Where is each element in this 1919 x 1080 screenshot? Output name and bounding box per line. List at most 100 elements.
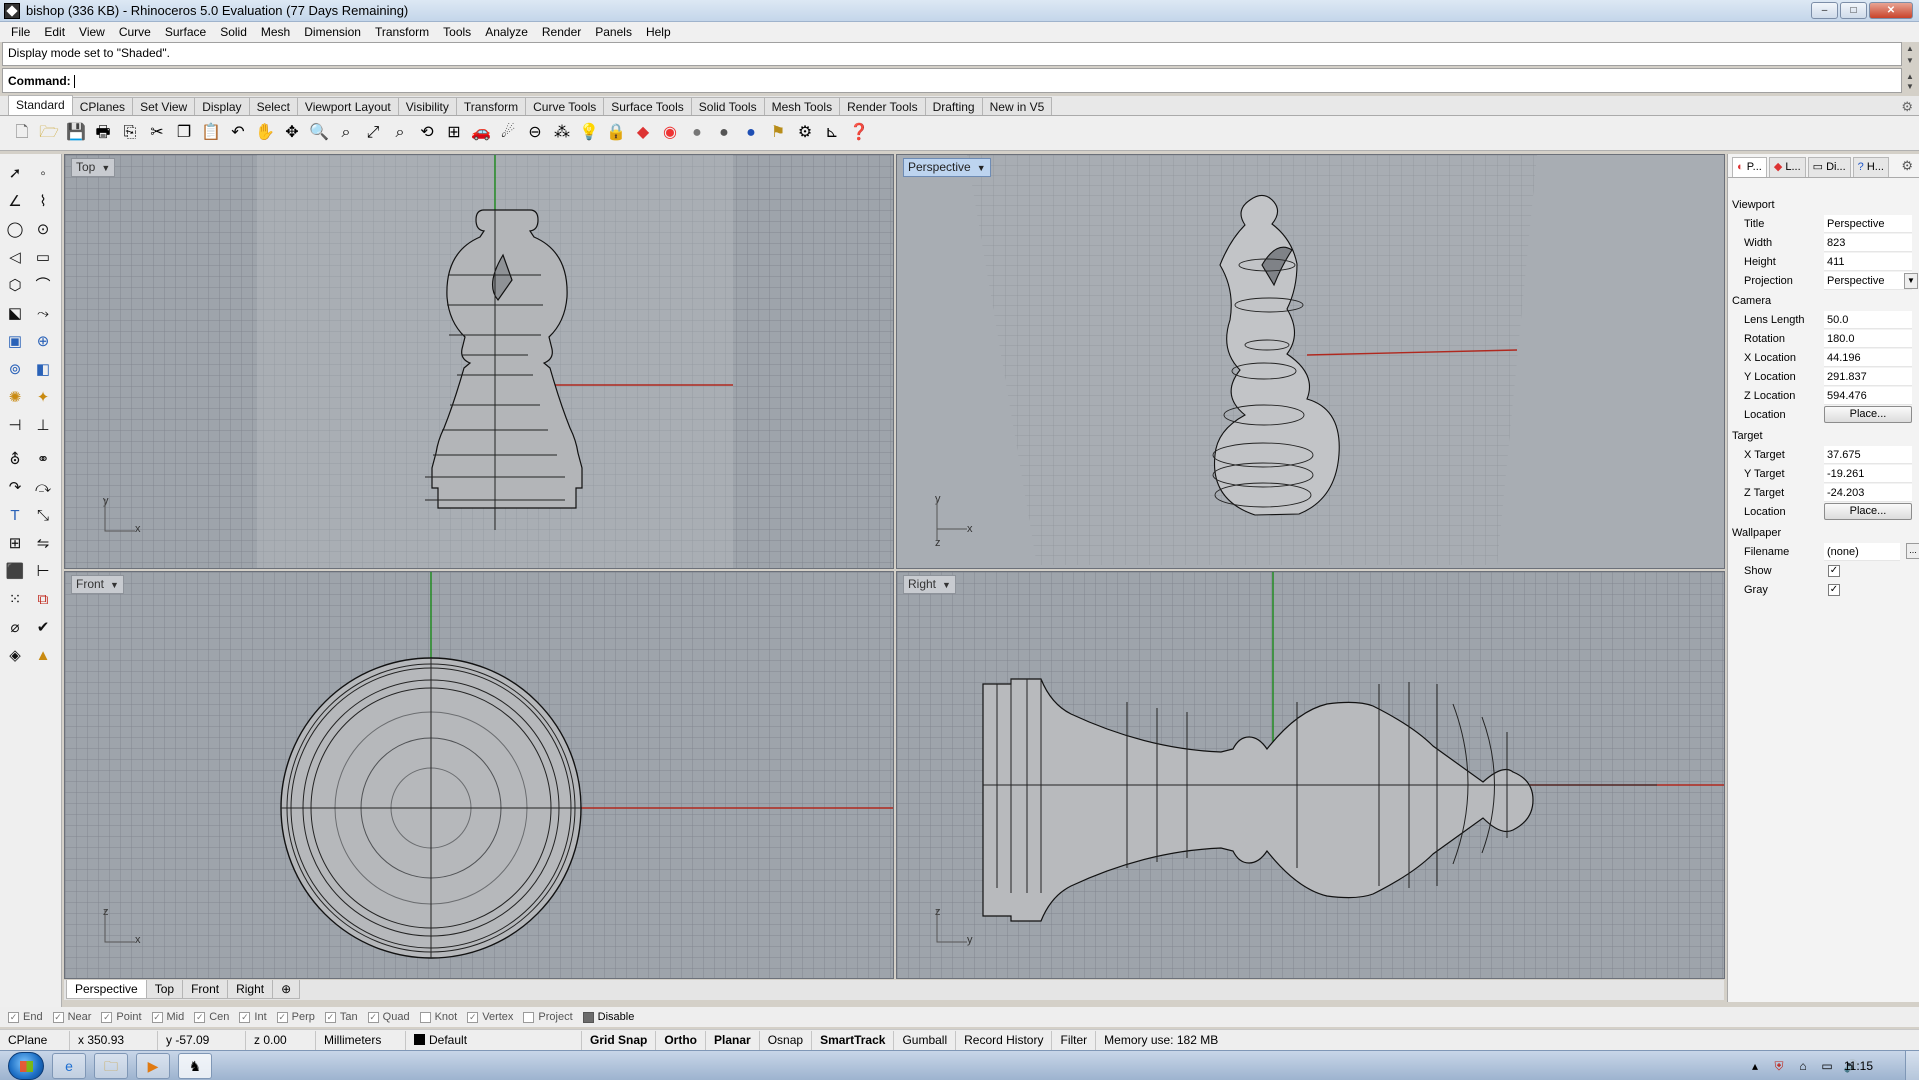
record-history-toggle[interactable]: Record History [956, 1030, 1053, 1050]
tab-visibility[interactable]: Visibility [397, 97, 457, 115]
osnap-end[interactable]: ✓ End [8, 1011, 43, 1023]
arc-icon[interactable]: ◁ [3, 246, 27, 270]
point-icon[interactable]: ◦ [31, 162, 55, 186]
lightbulb-icon[interactable]: 💡 [577, 121, 601, 145]
menu-view[interactable]: View [72, 22, 112, 42]
tab-drafting[interactable]: Drafting [924, 97, 983, 115]
tray-security-icon[interactable]: ⛨ [1771, 1058, 1787, 1074]
rotate-view-icon[interactable]: ⟲ [415, 121, 439, 145]
render-tool-icon[interactable]: ◈ [3, 644, 27, 668]
tray-expand-icon[interactable]: ▴ [1747, 1058, 1763, 1074]
viewport-tab-front[interactable]: Front [182, 980, 229, 999]
layer-icon[interactable]: ◆ [631, 121, 655, 145]
command-scroll-up-icon[interactable]: ▲ [1904, 72, 1916, 81]
close-button[interactable]: ✕ [1869, 2, 1913, 19]
gray-checkbox[interactable]: ✓ [1828, 584, 1840, 596]
zoom-icon[interactable]: 🔍 [307, 121, 331, 145]
light-tool-icon[interactable]: ▲ [31, 644, 55, 668]
check-icon[interactable]: ✔ [31, 616, 55, 640]
panel-options-gear-icon[interactable]: ⚙ [1895, 155, 1919, 177]
command-scroll-down-icon[interactable]: ▼ [1904, 82, 1916, 91]
front-viewport[interactable]: Front ▼ z x [64, 571, 894, 979]
menu-surface[interactable]: Surface [158, 22, 213, 42]
y-target-field[interactable]: -19.261 [1824, 465, 1912, 483]
paste-icon[interactable]: 📋 [199, 121, 223, 145]
width-field[interactable]: 823 [1824, 234, 1912, 252]
osnap-disable[interactable]: Disable [582, 1011, 634, 1023]
box-icon[interactable]: ▣ [3, 330, 27, 354]
ie-icon[interactable]: e [52, 1052, 86, 1079]
right-viewport[interactable]: Right ▼ z y [896, 571, 1725, 979]
analyze-icon[interactable]: ⌀ [3, 616, 27, 640]
camera-place-button[interactable]: Place... [1824, 406, 1912, 423]
new-icon[interactable]: 🗋 [10, 121, 34, 145]
viewport-tab-perspective[interactable]: Perspective [66, 980, 147, 999]
osnap-vertex[interactable]: ✓ Vertex [467, 1011, 513, 1023]
projection-select[interactable]: Perspective [1824, 272, 1912, 290]
grid-snap-toggle[interactable]: Grid Snap [582, 1030, 657, 1050]
trim-icon[interactable]: ↷ [3, 476, 27, 500]
light-icon[interactable]: ☄ [496, 121, 520, 145]
perspective-viewport-label[interactable]: Perspective ▼ [903, 158, 991, 177]
filter-toggle[interactable]: Filter [1052, 1030, 1097, 1050]
save-icon[interactable]: 💾 [64, 121, 88, 145]
menu-file[interactable]: File [4, 22, 37, 42]
tab-transform[interactable]: Transform [455, 97, 527, 115]
osnap-toggle[interactable]: Osnap [760, 1030, 813, 1050]
osnap-tan[interactable]: ✓ Tan [324, 1011, 358, 1023]
panel-tab-help[interactable]: ? H... [1852, 157, 1889, 177]
command-line[interactable]: Command: [2, 68, 1902, 93]
zoom-selected-icon[interactable]: ⌕ [388, 121, 412, 145]
move-view-icon[interactable]: ✥ [280, 121, 304, 145]
polyline-icon[interactable]: ∠ [3, 190, 27, 214]
cut-icon[interactable]: ✂ [145, 121, 169, 145]
rendered-sphere-icon[interactable]: ● [712, 121, 736, 145]
menu-panels[interactable]: Panels [588, 22, 639, 42]
surface-corner-icon[interactable]: ⬕ [3, 302, 27, 326]
ortho-toggle[interactable]: Ortho [656, 1030, 707, 1050]
maximize-button[interactable]: □ [1840, 2, 1867, 19]
perspective-viewport[interactable]: Perspective ▼ y x z [896, 154, 1725, 569]
help-icon[interactable]: ❓ [847, 121, 871, 145]
rhino-icon[interactable]: ♞ [178, 1052, 212, 1079]
taskbar-clock[interactable]: 11:15 [1844, 1059, 1873, 1073]
circle-icon[interactable]: ◯ [3, 218, 27, 242]
menu-edit[interactable]: Edit [37, 22, 72, 42]
media-player-icon[interactable]: ▶ [136, 1052, 170, 1079]
planar-toggle[interactable]: Planar [706, 1030, 760, 1050]
cylinder-icon[interactable]: ⊚ [3, 358, 27, 382]
z-target-field[interactable]: -24.203 [1824, 484, 1912, 502]
osnap-near[interactable]: ✓ Near [52, 1011, 91, 1023]
rotation-field[interactable]: 180.0 [1824, 330, 1912, 348]
array-icon[interactable]: ⊞ [3, 532, 27, 556]
x-location-field[interactable]: 44.196 [1824, 349, 1912, 367]
add-viewport-tab-icon[interactable]: ⊕ [272, 980, 301, 999]
zoom-window-icon[interactable]: ⌕ [334, 121, 358, 145]
panel-tab-layers[interactable]: ◆ L... [1768, 157, 1806, 177]
osnap-project[interactable]: Project [523, 1011, 573, 1023]
panel-tab-display[interactable]: ▭ Di... [1807, 157, 1851, 177]
tab-cplanes[interactable]: CPlanes [71, 97, 134, 115]
options-icon[interactable]: ⚙ [793, 121, 817, 145]
osnap-int[interactable]: ✓ Int [239, 1011, 267, 1023]
polygon-icon[interactable]: ⬡ [3, 274, 27, 298]
curve-icon[interactable]: ⌇ [31, 190, 55, 214]
tab-set-view[interactable]: Set View [132, 97, 196, 115]
solid-edit-icon[interactable]: ⬛ [3, 560, 27, 584]
tab-surface-tools[interactable]: Surface Tools [603, 97, 692, 115]
tab-mesh-tools[interactable]: Mesh Tools [763, 97, 841, 115]
four-viewports-icon[interactable]: ⊞ [442, 121, 466, 145]
osnap-mid[interactable]: ✓ Mid [151, 1011, 184, 1023]
cplane-indicator[interactable]: CPlane [0, 1030, 70, 1050]
menu-mesh[interactable]: Mesh [254, 22, 297, 42]
top-viewport-label[interactable]: Top ▼ [71, 158, 116, 177]
browse-button[interactable]: ... [1906, 543, 1919, 559]
pan-icon[interactable]: ✋ [253, 121, 277, 145]
smarttrack-toggle[interactable]: SmartTrack [812, 1030, 895, 1050]
split-icon[interactable]: ⤼ [31, 476, 55, 500]
osnap-perp[interactable]: ✓ Perp [276, 1011, 315, 1023]
mirror-icon[interactable]: ⇋ [31, 532, 55, 556]
tab-viewport-layout[interactable]: Viewport Layout [296, 97, 399, 115]
zoom-extents-icon[interactable]: ⤢ [361, 121, 385, 145]
explorer-icon[interactable]: 🗀 [94, 1052, 128, 1079]
